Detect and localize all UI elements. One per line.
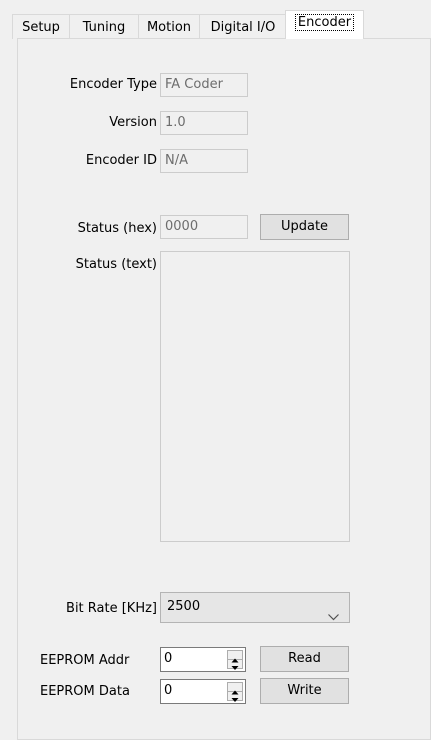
encoder-type-label: Encoder Type [69,77,157,92]
tab-setup-label: Setup [22,20,60,35]
tab-digital-io[interactable]: Digital I/O [199,14,287,39]
encoder-id-label: Encoder ID [85,153,157,168]
encoder-id-field: N/A [160,149,248,173]
status-hex-label: Status (hex) [77,221,157,236]
tab-encoder-label: Encoder [294,14,355,31]
spin-down-icon[interactable] [228,691,242,702]
eeprom-addr-stepper[interactable]: 0 [160,647,246,672]
tab-tuning-label: Tuning [82,20,126,35]
encoder-type-field: FA Coder [160,73,248,97]
status-hex-field: 0000 [160,215,248,239]
eeprom-data-spin-buttons [227,682,243,702]
eeprom-data-stepper[interactable]: 0 [160,679,246,704]
tab-strip: Setup Tuning Motion Digital I/O Encoder [0,0,431,39]
chevron-down-icon [328,604,339,632]
eeprom-addr-value: 0 [164,651,173,666]
encoder-panel: Encoder Type FA Coder Version 1.0 Encode… [17,38,431,740]
eeprom-data-value: 0 [164,683,173,698]
tab-tuning[interactable]: Tuning [69,14,139,39]
spin-down-icon[interactable] [228,659,242,670]
status-text-area[interactable] [160,251,350,542]
tab-encoder[interactable]: Encoder [285,10,364,39]
status-text-label: Status (text) [75,257,157,272]
read-button[interactable]: Read [260,646,349,672]
tab-digital-io-label: Digital I/O [210,20,276,35]
tab-setup[interactable]: Setup [12,14,70,39]
bitrate-dropdown[interactable]: 2500 [160,592,350,623]
bitrate-value: 2500 [167,599,201,614]
version-field: 1.0 [160,111,248,135]
bitrate-label: Bit Rate [KHz] [66,601,157,616]
version-label: Version [109,115,157,130]
eeprom-data-label: EEPROM Data [40,684,130,699]
tab-motion-label: Motion [146,20,192,35]
tab-motion[interactable]: Motion [138,14,200,39]
write-button[interactable]: Write [260,678,349,704]
update-button[interactable]: Update [260,214,349,240]
eeprom-addr-spin-buttons [227,650,243,670]
eeprom-addr-label: EEPROM Addr [40,653,130,668]
